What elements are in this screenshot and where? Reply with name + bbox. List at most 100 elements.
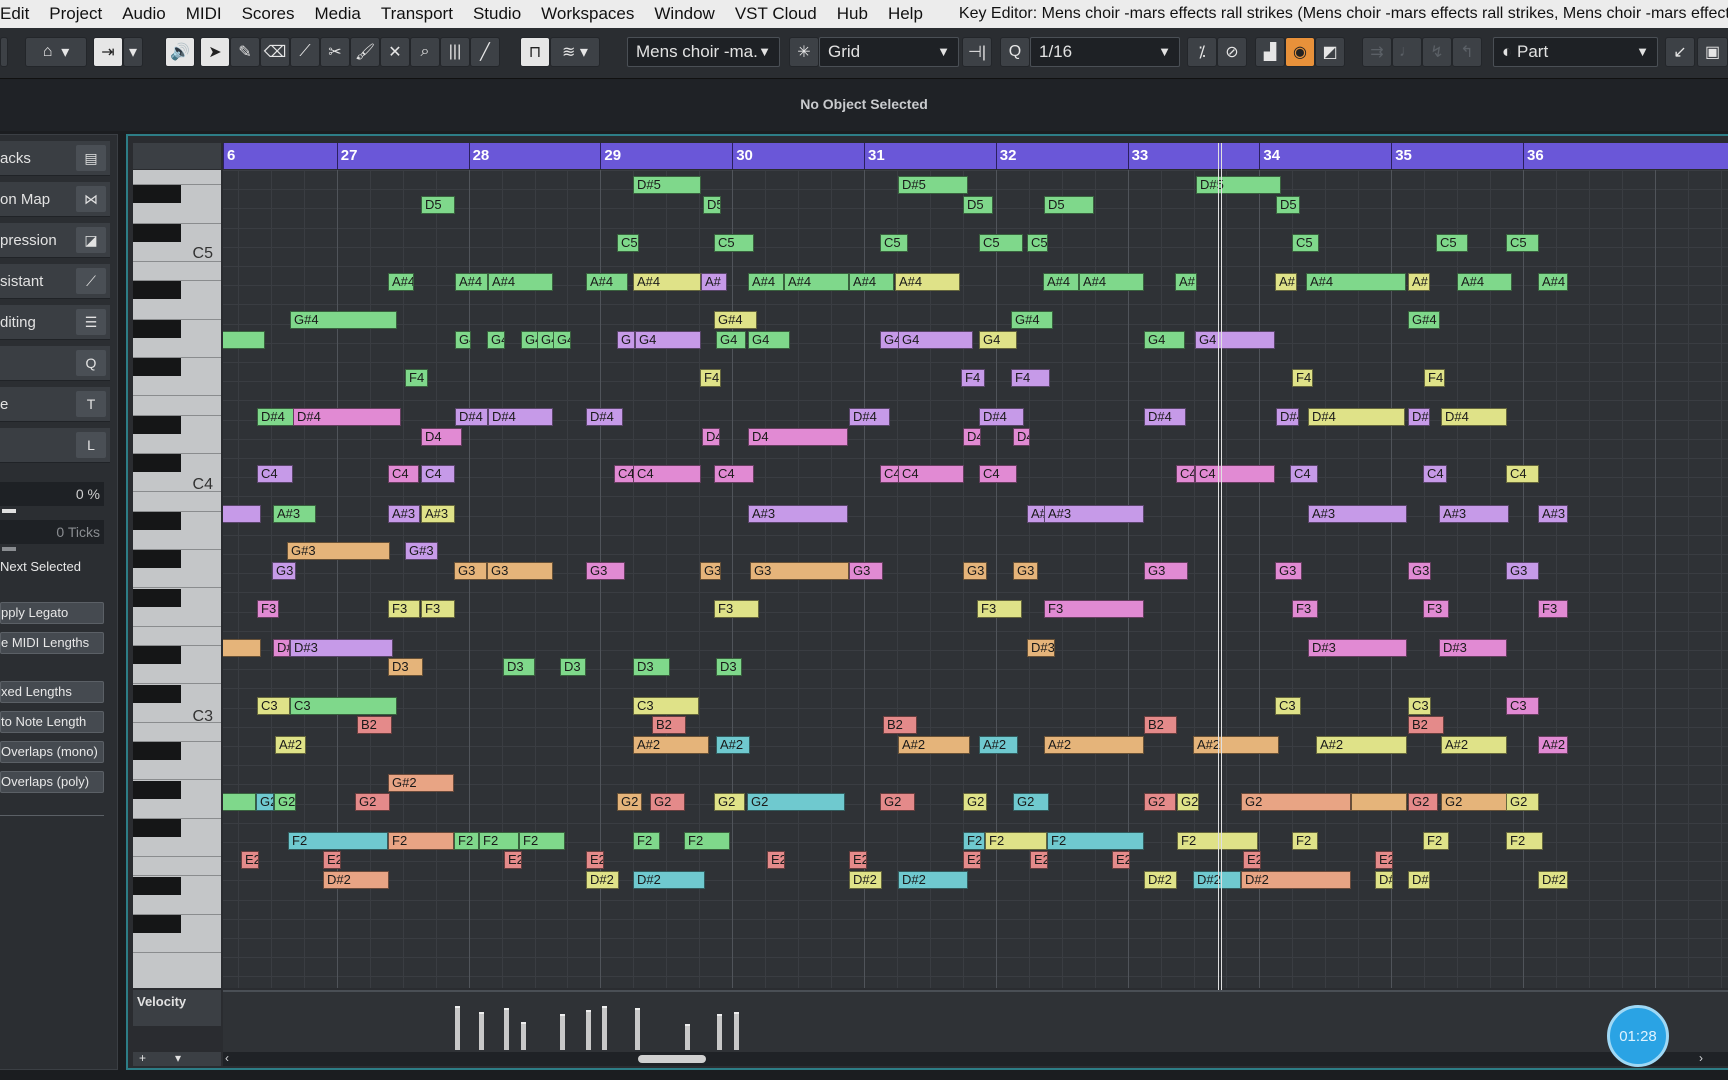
playhead-cursor[interactable] [1218,143,1222,1048]
midi-note[interactable]: C4 [1423,465,1447,483]
midi-note[interactable]: C4 [388,465,419,483]
menu-scores[interactable]: Scores [232,4,305,24]
midi-note[interactable]: A#4 [895,273,960,291]
line-tool[interactable]: ╱ [470,37,500,67]
velocity-bar[interactable] [504,1008,509,1050]
midi-note[interactable]: D4 [748,428,848,446]
erase-tool[interactable]: ⌫ [260,37,290,67]
midi-note[interactable]: A#2 [1538,736,1568,754]
mute-tool[interactable]: ✕ [380,37,410,67]
midi-note[interactable]: D3 [633,658,670,676]
midi-note[interactable]: D#2 [1193,871,1241,889]
velocity-bar[interactable] [635,1008,640,1050]
midi-note[interactable]: A#3 [421,505,455,523]
midi-note[interactable]: C3 [1506,697,1539,715]
midi-note[interactable]: D#3 [1027,639,1055,657]
midi-note[interactable]: G2 [714,793,745,811]
menu-workspaces[interactable]: Workspaces [531,4,644,24]
quantize-button[interactable]: Q [1000,37,1030,67]
piano-black-key[interactable] [133,588,181,607]
midi-note[interactable]: A#3 [388,505,420,523]
midi-note[interactable]: F2 [519,832,565,850]
step-input-button[interactable]: ▟ [1255,37,1285,67]
midi-note[interactable]: A#4 [1457,273,1512,291]
midi-note[interactable]: E2 [1243,851,1261,869]
percent-slider[interactable] [2,509,16,513]
midi-note[interactable]: A#2 [898,736,970,754]
midi-note[interactable]: A#4 [1043,273,1079,291]
midi-note[interactable]: D5 [1276,196,1300,214]
apply-legato-button[interactable]: pply Legato [0,602,104,624]
midi-note[interactable]: F2 [479,832,519,850]
midi-note[interactable]: G3 [272,562,296,580]
midi-note[interactable]: F3 [1044,600,1144,618]
menu-window[interactable]: Window [644,4,724,24]
zoom-to-fit-button[interactable]: ↙ [1665,37,1695,67]
midi-note[interactable]: G3 [1275,562,1302,580]
toolbar-edge-button[interactable] [0,37,8,67]
midi-note[interactable]: D#4 [979,408,1024,426]
midi-note[interactable]: F2 [1292,832,1318,850]
velocity-bar[interactable] [586,1010,591,1050]
midi-note[interactable]: C4 [1195,465,1275,483]
velocity-lane-label[interactable]: Velocity [133,990,221,1026]
midi-note[interactable]: C4 [979,465,1017,483]
iterative-quantize-button[interactable]: ⁒ [1187,37,1217,67]
midi-note[interactable]: G2 [1241,793,1351,811]
midi-note[interactable]: C5 [1027,234,1048,252]
midi-note[interactable]: C5 [1292,234,1319,252]
lane-menu-button[interactable]: ▾ [175,1051,181,1065]
midi-note[interactable]: A#2 [1193,736,1279,754]
midi-note[interactable]: G4 [455,331,471,349]
midi-note[interactable]: G2 [1506,793,1539,811]
midi-note[interactable]: A#2 [716,736,750,754]
midi-note[interactable]: A#3 [1439,505,1509,523]
comp-tool[interactable]: ||| [440,37,470,67]
add-lane-button[interactable]: + [139,1051,146,1065]
midi-note[interactable]: A#4 [455,273,488,291]
midi-note[interactable]: A#3 [1538,505,1568,523]
midi-note[interactable]: F3 [977,600,1022,618]
midi-note[interactable]: E2 [1375,851,1393,869]
delete-overlaps-mono-button[interactable]: Overlaps (mono) [0,741,104,763]
midi-note[interactable]: D5 [963,196,993,214]
midi-note[interactable]: F4 [961,369,985,387]
velocity-bar[interactable] [602,1006,607,1050]
midi-note[interactable]: A#4 [1538,273,1568,291]
midi-note[interactable]: F4 [700,369,721,387]
horizontal-scrollbar[interactable]: ‹ › [223,1051,1728,1066]
midi-note[interactable]: D#4 [1408,408,1430,426]
midi-note[interactable]: G4 [1144,331,1185,349]
midi-note[interactable]: D#2 [323,871,389,889]
menu-audio[interactable]: Audio [112,4,175,24]
midi-note[interactable]: C4 [898,465,964,483]
midi-note[interactable]: D#5 [898,176,968,194]
midi-note[interactable]: G4 [537,331,554,349]
midi-note[interactable] [223,331,265,349]
midi-note[interactable]: E2 [241,851,259,869]
midi-note[interactable]: D#3 [1439,639,1507,657]
midi-note[interactable]: G2 [274,793,296,811]
midi-note[interactable]: C3 [1275,697,1301,715]
midi-note[interactable]: B2 [1408,716,1444,734]
midi-note[interactable]: D#2 [586,871,619,889]
menu-transport[interactable]: Transport [371,4,463,24]
midi-note[interactable]: G2 [880,793,915,811]
midi-note[interactable]: C4 [1506,465,1539,483]
inspector-transpose-section[interactable]: eT [0,387,110,422]
window-layout-button[interactable]: ▣ [1697,37,1728,67]
midi-note[interactable]: E2 [1112,851,1130,869]
midi-note[interactable]: D#4 [1276,408,1299,426]
midi-note[interactable]: B2 [652,716,686,734]
solo-editor-button[interactable]: ⌂ ▾ [25,37,87,67]
midi-note[interactable]: D3 [503,658,535,676]
percent-field[interactable]: 0 % [0,482,104,506]
midi-note[interactable]: C5 [1506,234,1539,252]
midi-note[interactable]: D#4 [455,408,488,426]
ticks-field[interactable]: 0 Ticks [0,520,104,544]
midi-note[interactable]: C4 [880,465,900,483]
midi-note[interactable]: A#4 [784,273,849,291]
piano-black-key[interactable] [133,646,181,665]
midi-note[interactable]: F3 [421,600,455,618]
midi-note[interactable]: D#2 [633,871,705,889]
